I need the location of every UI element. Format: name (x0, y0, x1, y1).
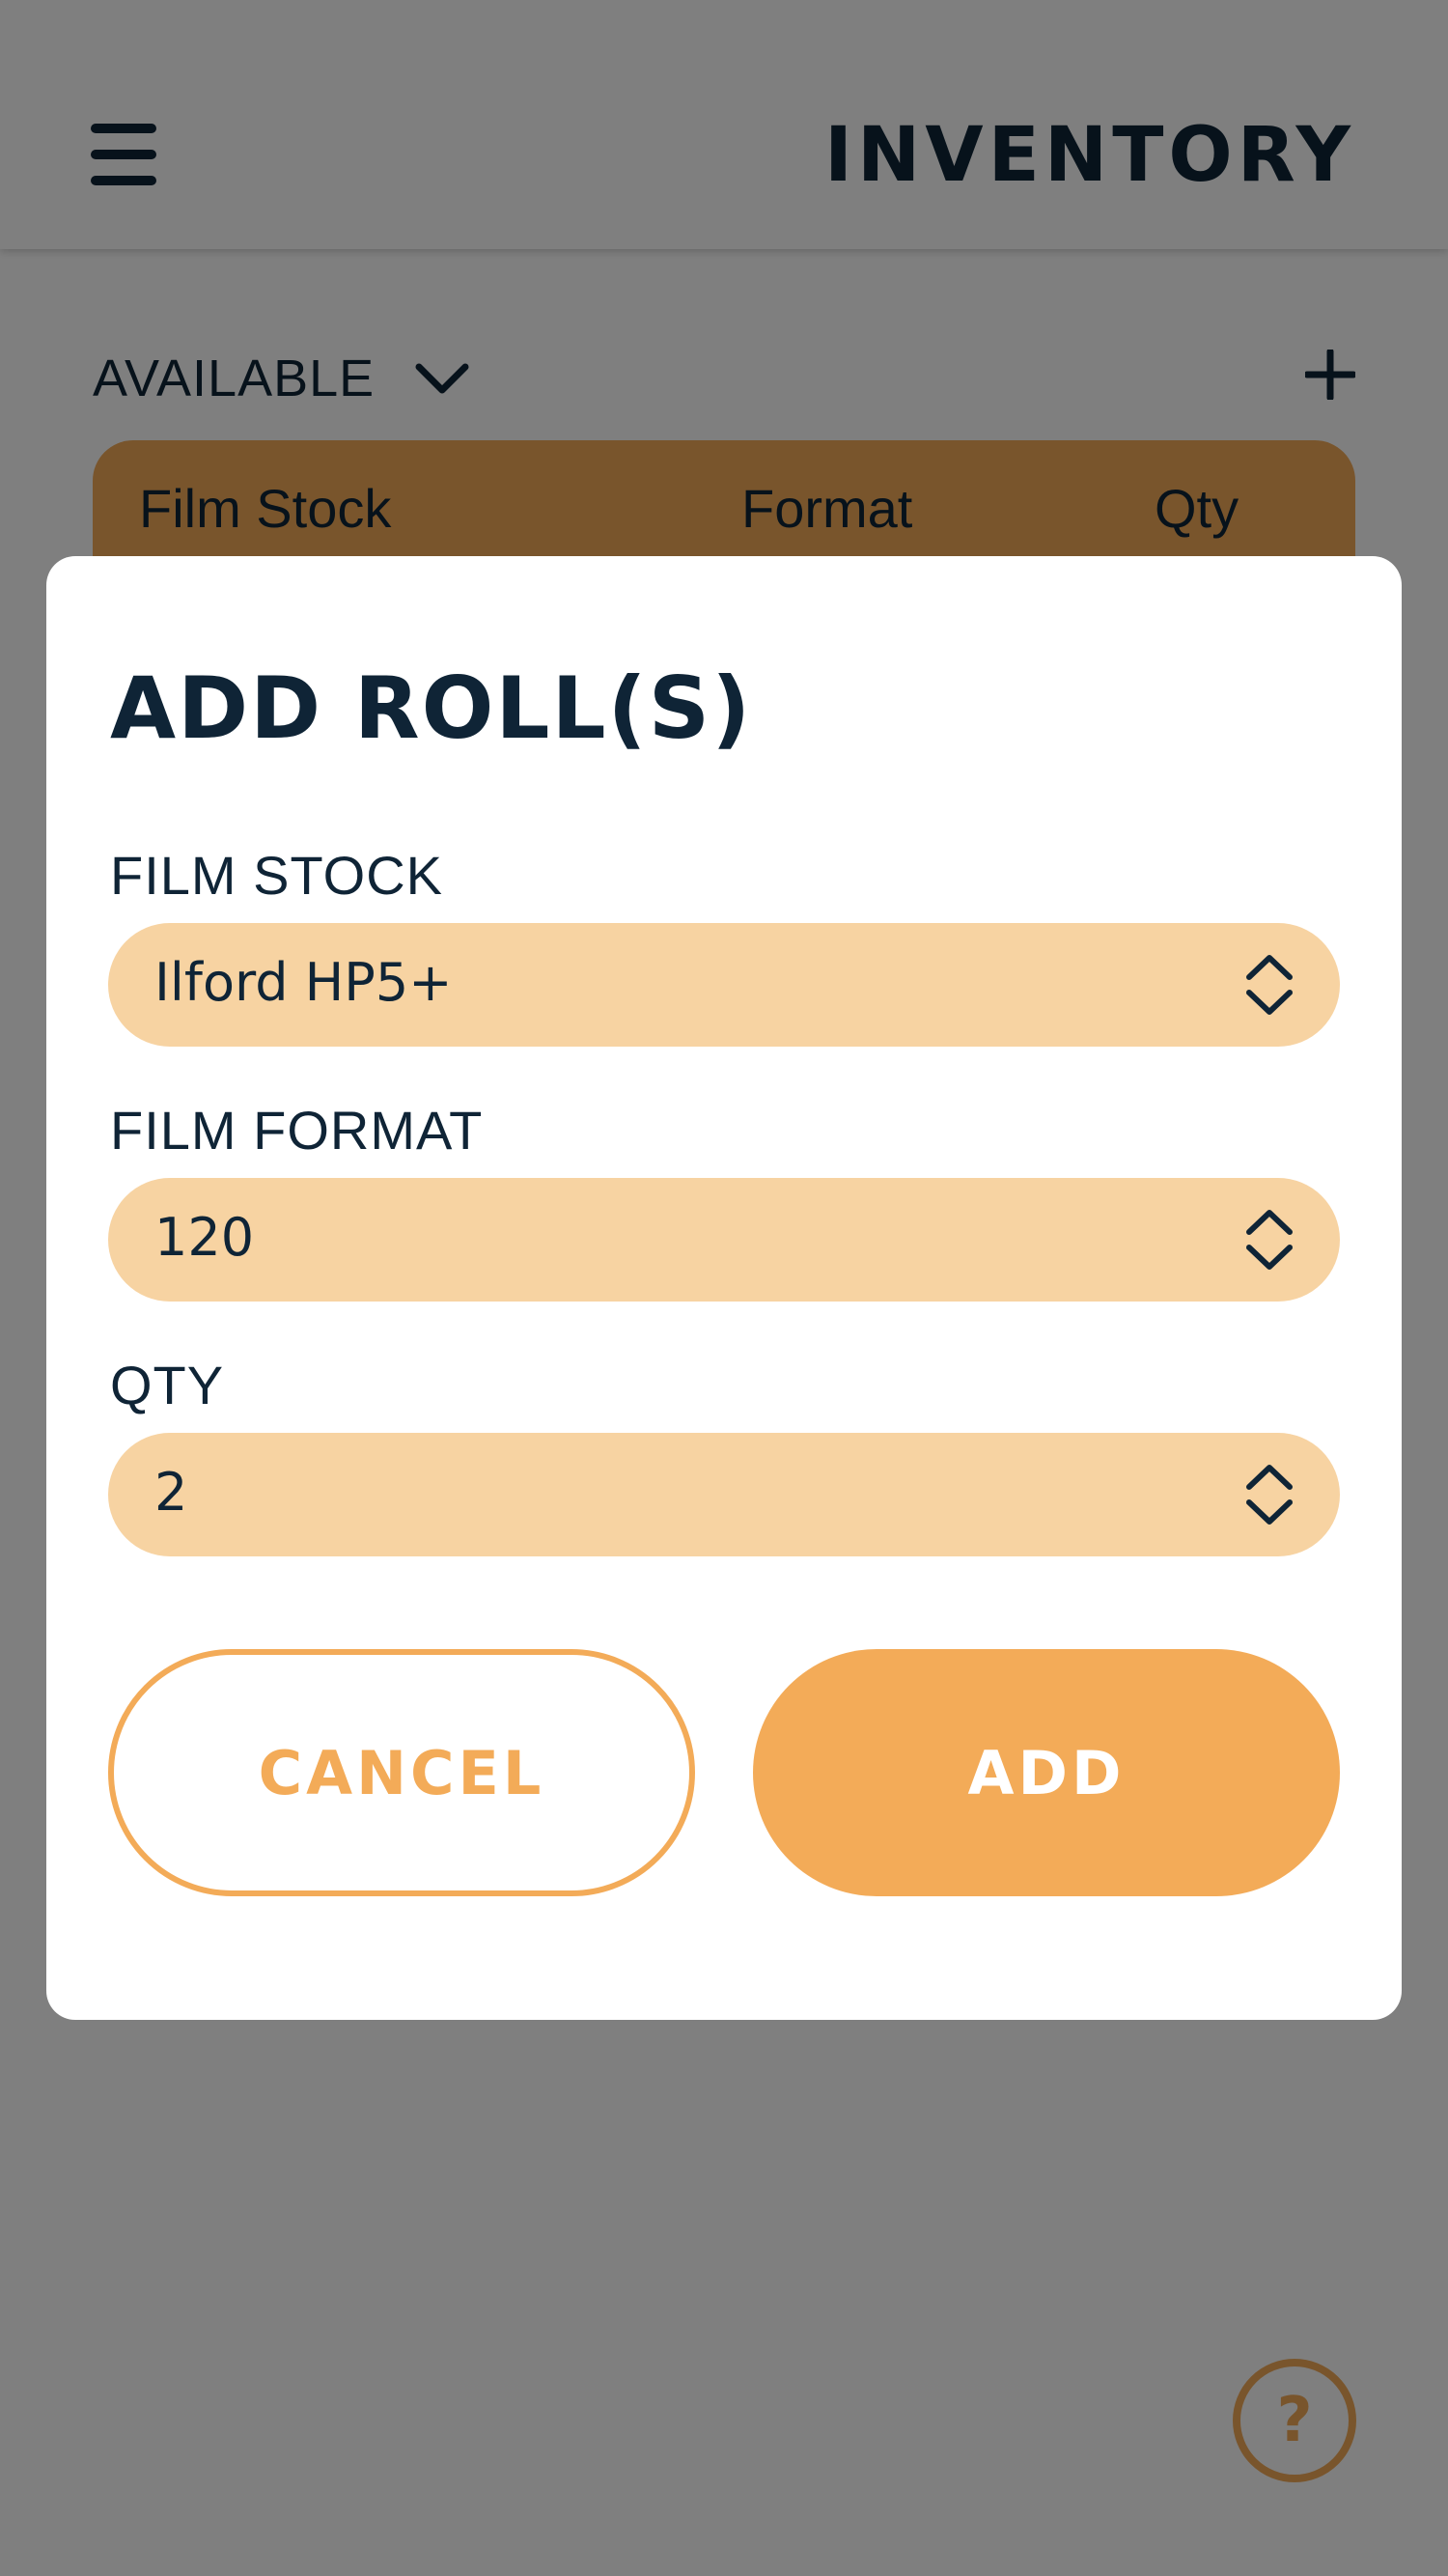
film-format-select[interactable]: 120 (108, 1178, 1340, 1302)
up-down-arrows-icon (1246, 1210, 1293, 1270)
qty-select[interactable]: 2 (108, 1433, 1340, 1556)
film-stock-label: FILM STOCK (110, 845, 444, 906)
qty-value: 2 (154, 1462, 188, 1523)
film-stock-value: Ilford HP5+ (154, 952, 453, 1013)
film-stock-select[interactable]: Ilford HP5+ (108, 923, 1340, 1047)
add-button[interactable]: ADD (753, 1649, 1340, 1896)
film-format-value: 120 (154, 1207, 255, 1268)
up-down-arrows-icon (1246, 955, 1293, 1015)
up-down-arrows-icon (1246, 1465, 1293, 1525)
add-rolls-dialog: ADD ROLL(S) FILM STOCK Ilford HP5+ FILM … (46, 556, 1402, 2020)
dialog-title: ADD ROLL(S) (110, 658, 753, 758)
film-format-label: FILM FORMAT (110, 1100, 484, 1161)
qty-label: QTY (110, 1355, 225, 1415)
cancel-button[interactable]: CANCEL (108, 1649, 695, 1896)
